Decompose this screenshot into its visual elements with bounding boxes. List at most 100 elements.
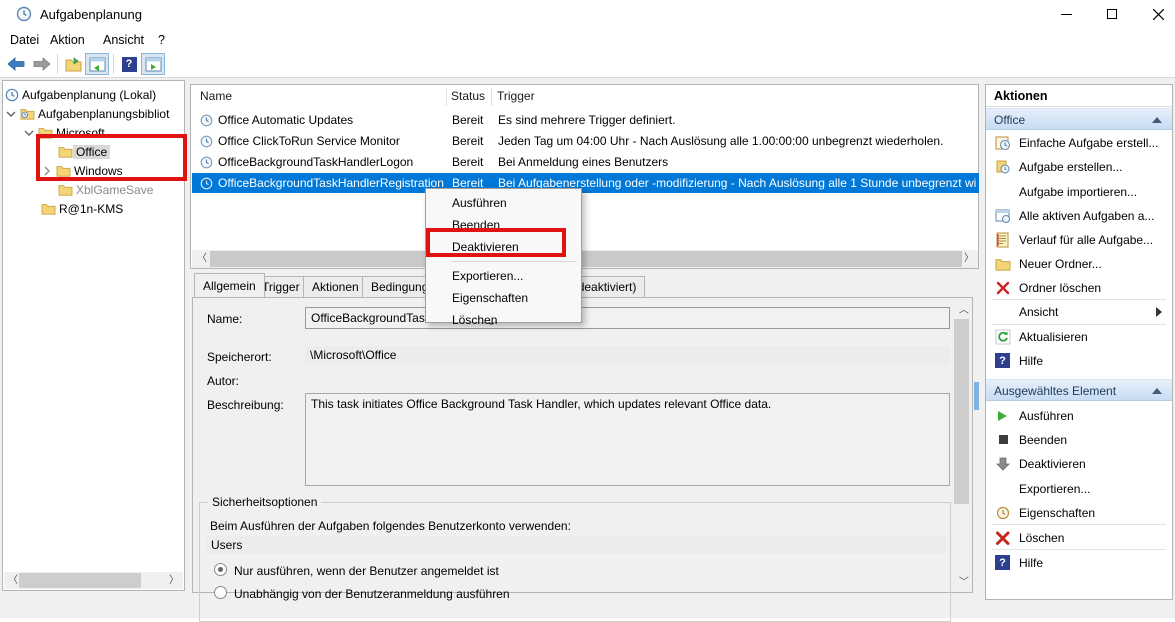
action-enable-history[interactable]: Verlauf für alle Aufgabe... [986,228,1172,252]
menu-bar: Datei Aktion Ansicht ? [0,28,1175,50]
actions-title: Aktionen [986,85,1172,107]
ctx-beenden[interactable]: Beenden [428,214,579,236]
description-textarea[interactable]: This task initiates Office Background Ta… [305,393,950,486]
red-x-icon [995,280,1011,296]
tree-item-microsoft[interactable]: Microsoft [23,123,108,142]
toolbar: ? [0,50,1175,78]
menu-aktion[interactable]: Aktion [44,31,91,49]
folder-arrow-icon [65,57,82,72]
table-play-icon [145,57,162,72]
action-create-basic-task[interactable]: Einfache Aufgabe erstell... [986,131,1172,155]
show-panel-button[interactable] [85,53,109,75]
author-label: Autor: [207,374,239,388]
action-panel-button[interactable] [141,53,165,75]
action-end[interactable]: Beenden [986,428,1172,452]
tree-item-office[interactable]: Office [58,142,110,161]
stop-icon [999,435,1008,444]
action-help-2[interactable]: ? Hilfe [986,551,1172,575]
action-show-running-tasks[interactable]: Alle aktiven Aufgaben a... [986,204,1172,228]
tree-hscrollbar[interactable]: 〈 〉 [4,572,183,589]
scroll-right-icon[interactable]: 〉 [169,576,179,586]
help-button[interactable]: ? [117,53,141,75]
maximize-button[interactable] [1097,4,1127,24]
task-row[interactable]: Office ClickToRun Service Monitor Bereit… [192,131,978,151]
chevron-right-icon [41,165,53,177]
action-new-folder[interactable]: Neuer Ordner... [986,252,1172,276]
scroll-left-icon[interactable]: 〈 [8,576,18,586]
task-row-selected[interactable]: OfficeBackgroundTaskHandlerRegistration … [192,173,979,193]
radio-independent-label: Unabhängig von der Benutzeranmeldung aus… [234,587,510,601]
column-trigger[interactable]: Trigger [497,89,535,103]
name-input[interactable]: OfficeBackgroundTaskHandlerRegistration [305,307,950,329]
export-list-button[interactable] [61,53,85,75]
action-delete-folder[interactable]: Ordner löschen [986,276,1172,300]
scroll-up-icon[interactable]: 〈 [957,304,967,314]
title-bar: Aufgabenplanung [0,0,1175,28]
splitter-grip[interactable] [974,382,979,410]
action-create-task[interactable]: Aufgabe erstellen... [986,155,1172,179]
tree-hscroll-thumb[interactable] [19,573,141,588]
menu-datei[interactable]: Datei [4,31,45,49]
refresh-icon [995,329,1011,345]
ctx-deaktivieren[interactable]: Deaktivieren [428,236,579,258]
action-help-1[interactable]: ? Hilfe [986,349,1172,373]
forward-arrow-icon [33,57,51,71]
chevron-down-icon [5,108,17,120]
task-row[interactable]: Office Automatic Updates Bereit Es sind … [192,110,978,130]
tab-aktionen[interactable]: Aktionen [303,276,368,297]
action-view[interactable]: Ansicht [986,300,1172,324]
action-disable[interactable]: Deaktivieren [986,452,1172,476]
submenu-arrow-icon [1156,307,1162,317]
tab-allgemein[interactable]: Allgemein [194,273,265,297]
minimize-button[interactable] [1051,4,1081,24]
scroll-down-icon[interactable]: 〉 [957,576,967,586]
red-x-icon [995,530,1011,546]
context-menu: Ausführen Beenden Deaktivieren Exportier… [425,188,582,323]
description-label: Beschreibung: [207,398,284,412]
menu-ansicht[interactable]: Ansicht [97,31,150,49]
action-delete[interactable]: Löschen [986,526,1172,550]
action-properties[interactable]: Eigenschaften [986,501,1172,525]
action-refresh[interactable]: Aktualisieren [986,325,1172,349]
menu-hilfe[interactable]: ? [152,31,171,49]
ctx-eigenschaften[interactable]: Eigenschaften [428,287,579,309]
account-value: Users [206,536,946,554]
list-hscrollbar[interactable]: 〈 〉 [192,250,978,268]
help-icon: ? [122,57,137,72]
forward-button[interactable] [30,53,54,75]
tree-item-xblgamesave[interactable]: XblGameSave [58,180,156,199]
radio-logged-on[interactable] [214,563,227,576]
security-group-title: Sicherheitsoptionen [208,495,321,509]
back-arrow-icon [7,57,25,71]
close-button[interactable] [1143,4,1173,24]
ctx-ausfuehren[interactable]: Ausführen [428,192,579,214]
ctx-loeschen[interactable]: Löschen [428,309,579,331]
help-icon: ? [995,353,1010,368]
section-office[interactable]: Office [986,108,1172,130]
folder-icon [38,126,53,139]
task-row[interactable]: OfficeBackgroundTaskHandlerLogon Bereit … [192,152,978,172]
tree-item-windows[interactable]: Windows [41,161,126,180]
tree-item-kms[interactable]: R@1n-KMS [41,199,126,218]
details-vscroll-thumb[interactable] [954,319,969,504]
collapse-icon [1152,388,1162,394]
folder-icon [58,145,73,158]
tree-item-library[interactable]: Aufgabenplanungsbibliot [5,104,172,123]
radio-independent[interactable] [214,586,227,599]
details-pane: Allgemein Trigger Aktionen Bedingungen E… [190,272,979,594]
back-button[interactable] [4,53,28,75]
column-name[interactable]: Name [200,89,232,103]
scroll-right-icon[interactable]: 〉 [964,254,974,264]
column-status[interactable]: Status [451,89,485,103]
action-export[interactable]: Exportieren... [986,477,1172,501]
radio-logged-on-label: Nur ausführen, wenn der Benutzer angemel… [234,564,499,578]
list-hscroll-thumb[interactable] [210,251,962,267]
tree-item-root[interactable]: Aufgabenplanung (Lokal) [5,85,159,104]
details-vscrollbar[interactable]: 〈 〉 [953,299,970,591]
scroll-left-icon[interactable]: 〈 [197,254,207,264]
action-import-task[interactable]: Aufgabe importieren... [986,180,1172,204]
ctx-exportieren[interactable]: Exportieren... [428,265,579,287]
section-selected-element[interactable]: Ausgewähltes Element [986,379,1172,401]
action-run[interactable]: Ausführen [986,404,1172,428]
play-icon [998,411,1007,421]
